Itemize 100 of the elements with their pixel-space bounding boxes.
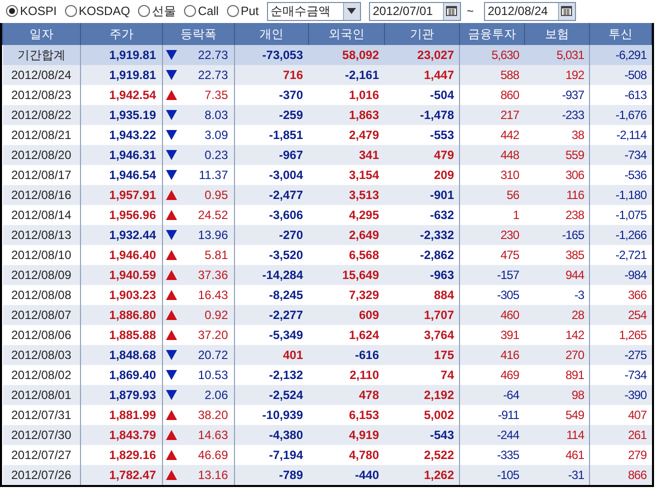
table-cell: -911	[460, 405, 524, 425]
table-cell: 448	[460, 145, 524, 165]
table-cell: -734	[590, 145, 652, 165]
table-cell: 2,649	[308, 225, 384, 245]
table-cell: -734	[590, 365, 652, 385]
change-cell-text: 14.63	[198, 426, 228, 444]
table-cell: -789	[234, 465, 308, 485]
table-cell: 3,154	[308, 165, 384, 185]
table-cell: -1,266	[590, 225, 652, 245]
table-cell: 407	[590, 405, 652, 425]
table-cell: -275	[590, 345, 652, 365]
table-cell: 1,016	[308, 85, 384, 105]
column-header[interactable]: 주가	[80, 23, 162, 45]
change-cell-text: 2.06	[204, 386, 228, 404]
table-cell: 391	[460, 325, 524, 345]
mode-dropdown[interactable]: 순매수금액	[266, 2, 361, 20]
market-radio[interactable]: KOSDAQ	[64, 2, 130, 20]
table-cell: -390	[590, 385, 652, 405]
table-cell: -259	[234, 105, 308, 125]
table-cell: -1,676	[590, 105, 652, 125]
table-cell: 4,780	[308, 445, 384, 465]
table-cell: -2,114	[590, 125, 652, 145]
change-cell-text: 0.92	[204, 306, 228, 324]
table-cell: -2,721	[590, 245, 652, 265]
table-cell: 56	[460, 185, 524, 205]
table-cell: -1,851	[234, 125, 308, 145]
table-cell: -536	[590, 165, 652, 185]
column-header[interactable]: 일자	[2, 23, 80, 45]
change-cell-text: 20.72	[198, 346, 228, 364]
change-cell-text: 0.23	[204, 146, 228, 164]
table-cell: 341	[308, 145, 384, 165]
table-cell: 5,630	[460, 45, 524, 65]
table-cell: 15,649	[308, 265, 384, 285]
table-cell: -157	[460, 265, 524, 285]
table-cell: 1	[460, 205, 524, 225]
table-cell: -335	[460, 445, 524, 465]
table-cell: -305	[460, 285, 524, 305]
table-cell: -2,277	[234, 305, 308, 325]
table-cell: 4,919	[308, 425, 384, 445]
change-cell-text: 0.95	[204, 186, 228, 204]
table-cell: -64	[460, 385, 524, 405]
table-cell: -440	[308, 465, 384, 485]
table-cell: -967	[234, 145, 308, 165]
market-radio[interactable]: Call	[184, 2, 219, 20]
change-cell-text: 11.37	[198, 166, 228, 184]
table-cell: 588	[460, 65, 524, 85]
change-cell-text: 8.03	[204, 106, 228, 124]
table-cell: -3,004	[234, 165, 308, 185]
column-header[interactable]: 보험	[524, 23, 590, 45]
caret-icon	[347, 8, 356, 14]
table-cell: -984	[590, 265, 652, 285]
table-cell: -73,053	[234, 45, 308, 65]
table-cell: -244	[460, 425, 524, 445]
change-cell-text: 16.43	[198, 286, 228, 304]
table-cell: -2,161	[308, 65, 384, 85]
date-field[interactable]: 2012/07/01	[368, 2, 461, 20]
table-cell: 1,624	[308, 325, 384, 345]
change-cell-text: 22.73	[198, 66, 228, 84]
table-cell: 716	[234, 65, 308, 85]
calendar-icon[interactable]	[561, 6, 572, 16]
market-radio[interactable]: 선물	[138, 2, 176, 20]
table-cell: 475	[460, 245, 524, 265]
table-cell: -6,291	[590, 45, 652, 65]
table-cell: -105	[460, 465, 524, 485]
table-cell: -616	[308, 345, 384, 365]
change-cell-text: 3.09	[204, 126, 228, 144]
table-cell: -2,132	[234, 365, 308, 385]
table-cell: 442	[460, 125, 524, 145]
table-cell: -3,606	[234, 205, 308, 225]
column-header[interactable]: 개인	[234, 23, 308, 45]
table-cell: -10,939	[234, 405, 308, 425]
change-cell-text: 22.73	[198, 46, 228, 64]
table-cell: -5,349	[234, 325, 308, 345]
table-cell: 460	[460, 305, 524, 325]
table-cell: -2,524	[234, 385, 308, 405]
market-radio[interactable]: Put	[226, 2, 259, 20]
column-header[interactable]: 금융투자	[460, 23, 524, 45]
table-cell: 1,265	[590, 325, 652, 345]
market-radio[interactable]: KOSPI	[6, 2, 57, 20]
column-header[interactable]: 외국인	[308, 23, 384, 45]
table-cell: -370	[234, 85, 308, 105]
table-cell: -270	[234, 225, 308, 245]
table-cell: 1,863	[308, 105, 384, 125]
column-header[interactable]: 투신	[590, 23, 652, 45]
table-cell: -7,194	[234, 445, 308, 465]
change-cell-text: 5.81	[204, 246, 228, 264]
change-cell-text: 37.20	[198, 326, 228, 344]
table-cell: -613	[590, 85, 652, 105]
table-cell: 230	[460, 225, 524, 245]
change-cell-text: 13.16	[198, 466, 228, 484]
table-cell: 609	[308, 305, 384, 325]
table-cell: -3,520	[234, 245, 308, 265]
column-header[interactable]: 기관	[384, 23, 460, 45]
table-cell: -2,477	[234, 185, 308, 205]
column-header[interactable]: 등락폭	[162, 23, 234, 45]
table-cell: 416	[460, 345, 524, 365]
table-cell: 261	[590, 425, 652, 445]
calendar-icon[interactable]	[446, 6, 458, 16]
table-cell: 366	[590, 285, 652, 305]
date-field[interactable]: 2012/08/24	[484, 2, 576, 20]
